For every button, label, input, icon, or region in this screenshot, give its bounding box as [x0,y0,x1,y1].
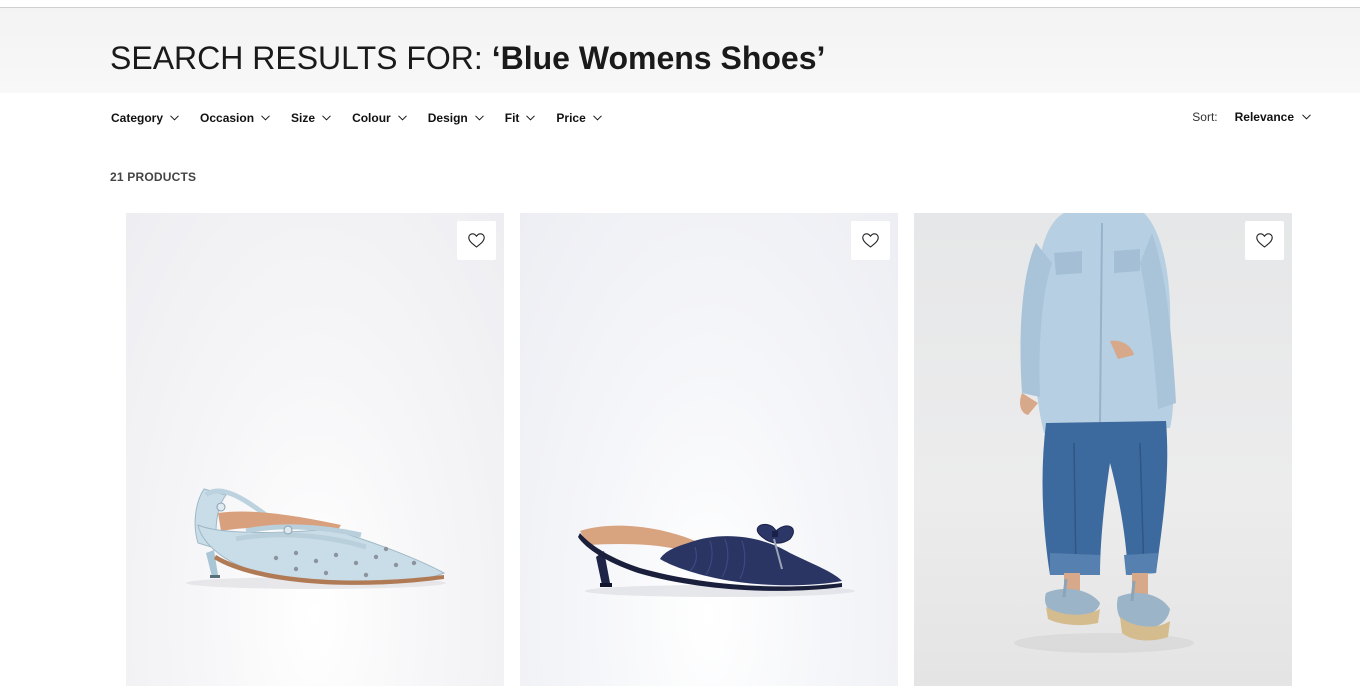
chevron-down-icon [322,115,331,121]
filter-label: Occasion [200,111,255,125]
filter-size[interactable]: Size [291,111,331,125]
top-divider [0,0,1360,8]
product-card[interactable] [520,213,898,686]
search-term: ‘Blue Womens Shoes’ [491,40,826,76]
filter-label: Fit [504,111,520,125]
wishlist-button[interactable] [851,221,890,260]
wishlist-button[interactable] [1245,221,1284,260]
filter-label: Size [291,111,316,125]
product-card[interactable] [914,213,1292,686]
filter-bar: Category Occasion Size Colour Design Fit… [111,110,623,126]
search-header: SEARCH RESULTS FOR: ‘Blue Womens Shoes’ [0,8,1360,93]
chevron-down-icon [1302,114,1311,120]
filter-colour[interactable]: Colour [352,111,407,125]
chevron-down-icon [474,115,484,121]
product-image[interactable] [126,213,504,686]
heart-icon [862,233,879,248]
heart-icon [468,233,485,248]
filter-fit[interactable]: Fit [505,111,536,125]
product-image[interactable] [914,213,1292,686]
filter-design[interactable]: Design [428,111,484,125]
filter-label: Design [427,111,468,125]
sort-value[interactable]: Relevance [1235,110,1294,124]
filter-category[interactable]: Category [111,111,179,125]
chevron-down-icon [170,115,179,121]
sort-label: Sort: [1192,110,1218,124]
product-card[interactable] [126,213,504,686]
title-prefix: SEARCH RESULTS FOR: [110,40,492,76]
chevron-down-icon [592,115,602,121]
filter-label: Category [111,111,164,125]
product-image[interactable] [520,213,898,686]
page-title: SEARCH RESULTS FOR: ‘Blue Womens Shoes’ [110,40,825,77]
product-grid [126,213,1292,686]
filter-occasion[interactable]: Occasion [200,111,270,125]
filter-label: Colour [352,111,391,125]
chevron-down-icon [261,115,270,121]
filter-price[interactable]: Price [556,111,602,125]
chevron-down-icon [526,115,536,121]
filter-label: Price [556,111,586,125]
chevron-down-icon [397,115,407,121]
wishlist-button[interactable] [457,221,496,260]
product-count: 21 PRODUCTS [110,170,197,184]
sort-control[interactable]: Sort: Relevance [1192,110,1311,124]
heart-icon [1256,233,1273,248]
